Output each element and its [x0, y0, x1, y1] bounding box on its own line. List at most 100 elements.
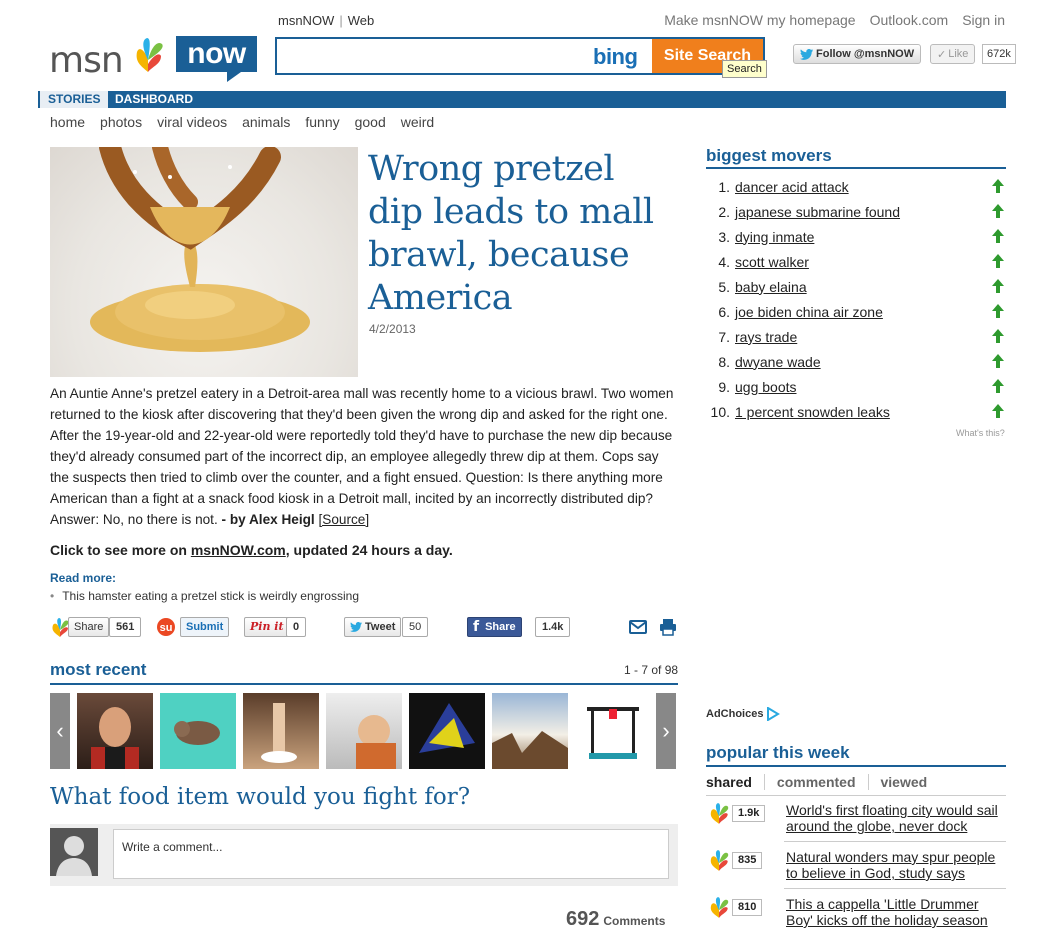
tab-shared[interactable]: shared	[706, 774, 765, 790]
biggest-movers-item[interactable]: 1. dancer acid attack	[706, 174, 1006, 199]
msn-butterfly-icon	[52, 618, 69, 637]
popular-item[interactable]: 1.9k World's first floating city would s…	[706, 802, 1006, 846]
nav-dashboard-tab[interactable]: DASHBOARD	[115, 91, 193, 108]
biggest-movers-link[interactable]: rays trade	[735, 329, 797, 345]
biggest-movers-item[interactable]: 10. 1 percent snowden leaks	[706, 399, 1006, 424]
biggest-movers-item[interactable]: 9. ugg boots	[706, 374, 1006, 399]
recent-thumb-6[interactable]	[492, 693, 568, 769]
category-nav: home photos viral videos animals funny g…	[50, 114, 434, 130]
search-tooltip: Search	[722, 60, 767, 78]
biggest-movers-link[interactable]: joe biden china air zone	[735, 304, 883, 320]
comment-area: Write a comment...	[50, 824, 678, 886]
comment-input[interactable]: Write a comment...	[113, 829, 669, 879]
nav-weird[interactable]: weird	[401, 114, 434, 130]
up-arrow-icon	[992, 329, 1004, 343]
nav-good[interactable]: good	[355, 114, 386, 130]
popular-item-title[interactable]: World's first floating city would sail a…	[786, 802, 1004, 834]
main-navbar: STORIES DASHBOARD	[38, 91, 1006, 108]
email-icon[interactable]	[629, 620, 647, 634]
most-recent-count: 1 - 7 of 98	[624, 663, 679, 677]
biggest-movers-link[interactable]: dwyane wade	[735, 354, 821, 370]
popular-item-title[interactable]: This a cappella 'Little Drummer Boy' kic…	[786, 896, 1004, 928]
recent-thumb-2[interactable]	[160, 693, 236, 769]
read-more-link[interactable]: This hamster eating a pretzel stick is w…	[62, 589, 359, 603]
popular-item-count: 835	[732, 852, 763, 869]
popular-divider	[784, 841, 1006, 842]
carousel-next-button[interactable]: ›	[656, 693, 676, 769]
nav-stories-tab[interactable]: STORIES	[40, 91, 109, 108]
biggest-movers-item[interactable]: 3. dying inmate	[706, 224, 1006, 249]
msn-share-button[interactable]: Share	[68, 617, 110, 637]
print-icon[interactable]	[659, 618, 677, 636]
biggest-movers-link[interactable]: 1 percent snowden leaks	[735, 404, 890, 420]
biggest-movers-item[interactable]: 2. japanese submarine found	[706, 199, 1006, 224]
source-link[interactable]: [Source]	[318, 512, 369, 527]
biggest-movers-rank: 9.	[718, 378, 730, 395]
biggest-movers-link[interactable]: dancer acid attack	[735, 179, 849, 195]
facebook-share-count: 1.4k	[535, 617, 571, 637]
search-bar: bing Site Search	[275, 37, 765, 75]
recent-thumb-5[interactable]	[409, 693, 485, 769]
popular-item-title[interactable]: Natural wonders may spur people to belie…	[786, 849, 1004, 881]
recent-thumb-1[interactable]	[77, 693, 153, 769]
popular-item-count: 1.9k	[732, 805, 766, 822]
nav-photos[interactable]: photos	[100, 114, 142, 130]
bing-logo: bing	[593, 44, 638, 69]
msn-butterfly-icon	[710, 803, 729, 824]
pretzel-dip-illustration	[90, 147, 310, 352]
tab-msnnow[interactable]: msnNOW	[278, 13, 334, 28]
biggest-movers-rule	[706, 167, 1006, 169]
up-arrow-icon	[992, 204, 1004, 218]
biggest-movers-rank: 8.	[718, 353, 730, 370]
outlook-link[interactable]: Outlook.com	[870, 12, 949, 28]
nav-funny[interactable]: funny	[305, 114, 339, 130]
biggest-movers-item[interactable]: 4. scott walker	[706, 249, 1006, 274]
default-avatar-icon	[56, 836, 92, 876]
recent-thumb-3[interactable]	[243, 693, 319, 769]
article-hero-image	[50, 147, 358, 377]
article-body-text: An Auntie Anne's pretzel eatery in a Det…	[50, 386, 674, 527]
whats-this-link[interactable]: What's this?	[956, 428, 1005, 438]
biggest-movers-link[interactable]: scott walker	[735, 254, 809, 270]
cta-suffix: , updated 24 hours a day.	[285, 542, 453, 558]
nav-animals[interactable]: animals	[242, 114, 290, 130]
nav-home[interactable]: home	[50, 114, 85, 130]
carousel-prev-button[interactable]: ‹	[50, 693, 70, 769]
sign-in-link[interactable]: Sign in	[962, 12, 1005, 28]
facebook-share-button[interactable]: f Share	[467, 617, 522, 637]
tweet-button[interactable]: Tweet	[344, 617, 402, 637]
tab-commented[interactable]: commented	[777, 774, 869, 790]
tweet-label: Tweet	[365, 621, 396, 633]
biggest-movers-item[interactable]: 5. baby elaina	[706, 274, 1006, 299]
read-more-label: Read more:	[50, 571, 117, 585]
facebook-like-button[interactable]: ✓ Like	[930, 44, 976, 64]
adchoices-icon	[767, 707, 781, 721]
biggest-movers-item[interactable]: 6. joe biden china air zone	[706, 299, 1006, 324]
up-arrow-icon	[992, 354, 1004, 368]
recent-thumb-4[interactable]	[326, 693, 402, 769]
msnnow-link[interactable]: msnNOW.com	[191, 542, 286, 558]
adchoices[interactable]: AdChoices	[706, 707, 781, 721]
biggest-movers-link[interactable]: dying inmate	[735, 229, 814, 245]
biggest-movers-link[interactable]: ugg boots	[735, 379, 797, 395]
biggest-movers-item[interactable]: 8. dwyane wade	[706, 349, 1006, 374]
recent-thumb-7[interactable]	[575, 693, 651, 769]
search-input[interactable]	[277, 39, 647, 73]
stumbleupon-submit-button[interactable]: Submit	[180, 617, 230, 637]
biggest-movers-item[interactable]: 7. rays trade	[706, 324, 1006, 349]
read-more-item[interactable]: • This hamster eating a pretzel stick is …	[50, 589, 359, 603]
most-recent-carousel: ‹ ›	[50, 693, 676, 769]
biggest-movers-link[interactable]: baby elaina	[735, 279, 807, 295]
biggest-movers-link[interactable]: japanese submarine found	[735, 204, 900, 220]
pinit-button[interactable]: Pin it	[244, 617, 290, 637]
popular-item[interactable]: 810 This a cappella 'Little Drummer Boy'…	[706, 896, 1006, 932]
tab-web[interactable]: Web	[348, 13, 375, 28]
nav-viral-videos[interactable]: viral videos	[157, 114, 227, 130]
popular-item[interactable]: 835 Natural wonders may spur people to b…	[706, 849, 1006, 893]
twitter-follow-button[interactable]: Follow @msnNOW	[793, 44, 922, 64]
up-arrow-icon	[992, 279, 1004, 293]
msn-now-logo[interactable]: msn now	[49, 36, 259, 86]
make-homepage-link[interactable]: Make msnNOW my homepage	[664, 12, 855, 28]
msn-share-count: 561	[109, 617, 142, 637]
tab-viewed[interactable]: viewed	[881, 774, 940, 790]
